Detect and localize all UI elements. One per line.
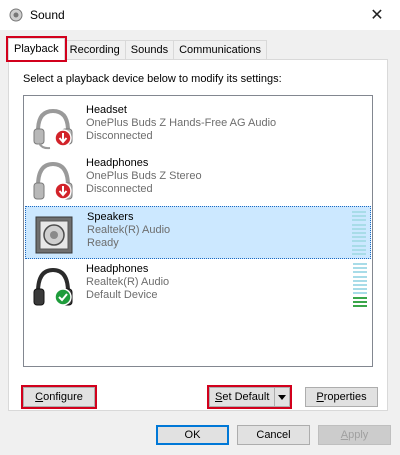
level-bar — [353, 263, 367, 265]
device-driver: OnePlus Buds Z Stereo — [86, 170, 202, 182]
level-bar — [353, 275, 367, 278]
device-text: Headphones Realtek(R) Audio Default Devi… — [86, 263, 169, 302]
speaker-app-icon — [9, 8, 23, 22]
volume-level-meter — [352, 211, 366, 255]
level-bar — [352, 219, 366, 222]
default-check-badge-icon — [54, 288, 72, 306]
level-bar — [353, 267, 367, 270]
level-bar — [353, 292, 367, 295]
volume-level-meter — [353, 263, 367, 307]
close-button[interactable]: ✕ — [354, 0, 400, 30]
device-status: Default Device — [86, 289, 158, 301]
close-icon: ✕ — [370, 7, 384, 24]
disconnected-badge-icon — [54, 129, 72, 147]
device-name: Speakers — [87, 211, 134, 223]
device-text: Headset OnePlus Buds Z Hands-Free AG Aud… — [86, 104, 276, 143]
cancel-button[interactable]: Cancel — [237, 425, 310, 445]
set-default-button[interactable]: Set Default — [206, 385, 293, 409]
level-bar — [352, 248, 366, 251]
tab-recording[interactable]: Recording — [63, 40, 126, 60]
properties-button[interactable]: Properties — [305, 387, 378, 407]
ok-button[interactable]: OK — [156, 425, 229, 445]
configure-label: onfigure — [43, 391, 83, 403]
level-bar — [353, 279, 367, 282]
window-title: Sound — [30, 8, 65, 22]
device-driver: Realtek(R) Audio — [87, 224, 171, 236]
level-bar — [352, 244, 366, 247]
disconnected-badge-icon — [54, 182, 72, 200]
device-name: Headphones — [86, 263, 149, 275]
level-bar — [353, 271, 367, 274]
playback-panel: Select a playback device below to modify… — [8, 59, 388, 411]
device-status: Disconnected — [86, 130, 153, 142]
device-text: Headphones OnePlus Buds Z Stereo Disconn… — [86, 157, 202, 196]
level-bar — [353, 283, 367, 286]
device-status: Ready — [87, 237, 119, 249]
level-bar — [353, 304, 367, 307]
level-bar — [352, 231, 366, 234]
headphones-icon — [33, 161, 73, 200]
titlebar: Sound ✕ — [0, 0, 400, 30]
tab-strip: Playback Recording Sounds Communications — [6, 36, 268, 62]
device-driver: OnePlus Buds Z Hands-Free AG Audio — [86, 117, 277, 129]
device-item-headphones-realtek[interactable]: Headphones Realtek(R) Audio Default Devi… — [25, 259, 371, 312]
level-bar — [352, 211, 366, 213]
configure-button[interactable]: Configure — [21, 385, 97, 409]
device-name: Headphones — [86, 157, 149, 169]
apply-button[interactable]: Apply — [318, 425, 391, 445]
headset-icon — [33, 108, 73, 150]
level-bar — [353, 296, 367, 299]
device-list[interactable]: Headset OnePlus Buds Z Hands-Free AG Aud… — [23, 95, 373, 367]
set-default-label[interactable]: Set Default — [209, 387, 275, 407]
level-bar — [353, 300, 367, 303]
headphones-icon — [33, 267, 73, 306]
device-text: Speakers Realtek(R) Audio Ready — [87, 211, 170, 250]
level-bar — [352, 236, 366, 239]
level-bar — [352, 215, 366, 218]
level-bar — [352, 240, 366, 243]
dialog-body: Playback Recording Sounds Communications… — [0, 30, 400, 455]
chevron-down-icon — [278, 394, 287, 400]
instruction-text: Select a playback device below to modify… — [23, 73, 282, 85]
level-bar — [352, 227, 366, 230]
device-item-speakers[interactable]: Speakers Realtek(R) Audio Ready — [25, 206, 371, 259]
tab-communications[interactable]: Communications — [173, 40, 268, 60]
device-name: Headset — [86, 104, 127, 116]
level-bar — [353, 288, 367, 291]
tab-playback[interactable]: Playback — [6, 36, 67, 62]
device-driver: Realtek(R) Audio — [86, 276, 170, 288]
level-bar — [352, 223, 366, 226]
device-item-headphones-bluetooth[interactable]: Headphones OnePlus Buds Z Stereo Disconn… — [25, 153, 371, 206]
speaker-icon — [35, 216, 73, 254]
tab-sounds[interactable]: Sounds — [124, 40, 175, 60]
set-default-dropdown[interactable] — [274, 387, 291, 407]
level-bar — [352, 252, 366, 255]
device-status: Disconnected — [86, 183, 153, 195]
device-item-headset[interactable]: Headset OnePlus Buds Z Hands-Free AG Aud… — [25, 100, 371, 153]
